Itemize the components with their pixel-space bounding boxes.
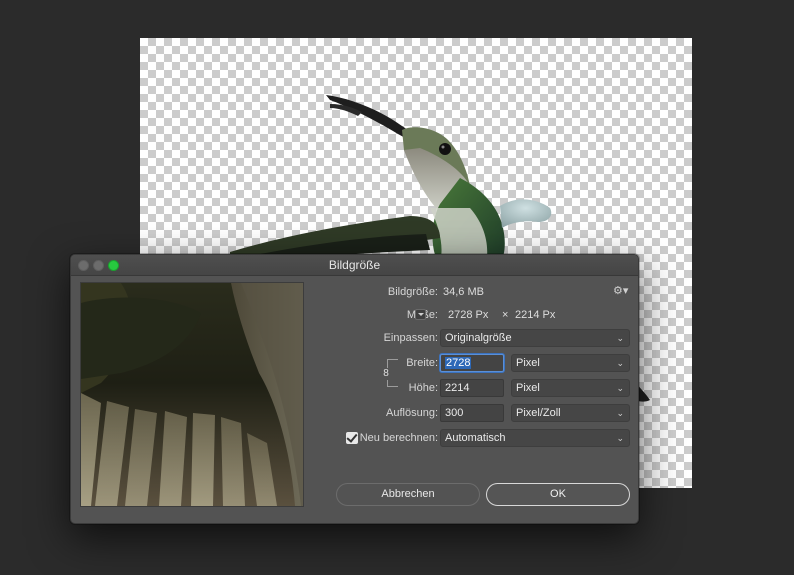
resolution-input-value: 300	[445, 407, 464, 419]
image-size-label: Bildgröße:	[387, 286, 438, 298]
width-unit-value: Pixel	[516, 357, 540, 369]
chevron-updown-icon: ⌄	[616, 408, 624, 418]
width-input-value: 2728	[445, 357, 472, 369]
resolution-label: Auflösung:	[386, 407, 438, 419]
fit-to-label: Einpassen:	[383, 332, 438, 344]
chevron-updown-icon: ⌄	[616, 383, 624, 393]
cancel-button[interactable]: Abbrechen	[336, 483, 480, 506]
width-unit-select[interactable]: Pixel ⌄	[511, 354, 630, 372]
resample-method-select[interactable]: Automatisch ⌄	[440, 429, 630, 447]
dimensions-height-value: 2214 Px	[515, 309, 556, 321]
height-label: Höhe:	[408, 382, 438, 394]
dimensions-times-sign: ×	[502, 309, 509, 321]
chevron-updown-icon: ⌄	[616, 358, 624, 368]
fit-to-select[interactable]: Originalgröße ⌄	[440, 329, 630, 347]
dimensions-width-value: 2728 Px	[448, 309, 489, 321]
image-size-dialog: Bildgröße Bildgröße: 34,6 MB ⚙▾ 2728 Px …	[70, 254, 639, 524]
dimensions-unit-dropdown[interactable]	[415, 309, 426, 320]
image-preview[interactable]	[80, 282, 304, 507]
preview-image	[81, 283, 303, 506]
width-input[interactable]: 2728	[440, 354, 504, 372]
dialog-titlebar[interactable]: Bildgröße	[71, 255, 638, 276]
gear-icon[interactable]: ⚙▾	[613, 285, 629, 297]
resample-checkbox[interactable]	[346, 432, 358, 444]
height-unit-select[interactable]: Pixel ⌄	[511, 379, 630, 397]
width-label: Breite:	[406, 357, 438, 369]
height-input-value: 2214	[445, 382, 470, 394]
resolution-input[interactable]: 300	[440, 404, 504, 422]
height-input[interactable]: 2214	[440, 379, 504, 397]
height-unit-value: Pixel	[516, 382, 540, 394]
chain-link-icon[interactable]: 8	[381, 368, 391, 380]
resample-method-value: Automatisch	[445, 432, 506, 444]
image-size-value: 34,6 MB	[443, 286, 484, 298]
chevron-updown-icon: ⌄	[616, 433, 624, 443]
resample-label[interactable]: Neu berechnen:	[360, 432, 438, 444]
resolution-unit-value: Pixel/Zoll	[516, 407, 561, 419]
fit-to-value: Originalgröße	[445, 332, 512, 344]
resolution-unit-select[interactable]: Pixel/Zoll ⌄	[511, 404, 630, 422]
chevron-updown-icon: ⌄	[616, 333, 624, 343]
dialog-title: Bildgröße	[328, 258, 381, 272]
ok-button[interactable]: OK	[486, 483, 630, 506]
